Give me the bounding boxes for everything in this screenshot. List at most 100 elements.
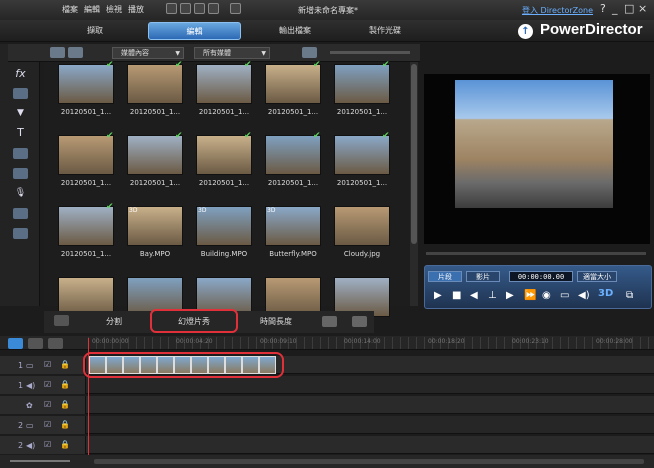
timeline-track[interactable] [0,396,654,414]
audio-mixing-icon[interactable] [13,168,28,179]
save-icon[interactable] [166,3,177,14]
help-icon[interactable]: ? [600,2,606,15]
track-number: 1 [18,361,24,370]
redo-icon[interactable] [194,3,205,14]
delete-icon[interactable] [322,316,337,327]
previous-frame-icon[interactable]: ◀ [470,290,478,301]
track-enable-checkbox[interactable]: ☑ [44,400,51,409]
undo-icon[interactable] [180,3,191,14]
track-manager-icon[interactable] [48,338,63,349]
volume-icon[interactable]: ◀) [578,290,590,301]
media-filter-select[interactable]: 所有媒體 [194,47,270,59]
media-thumbnail[interactable] [58,135,114,175]
brand-name: PowerDirector [540,21,643,38]
fx-room-icon[interactable]: fx [13,68,28,79]
media-thumbnail[interactable] [58,206,114,246]
pip-room-icon[interactable] [13,88,28,99]
split-icon[interactable]: ⊥ [488,290,497,301]
media-thumbnail[interactable] [196,135,252,175]
duration-button[interactable]: 時間長度 [250,313,302,331]
menu-file[interactable]: 檔案 [62,4,78,15]
subtitle-room-icon[interactable] [13,228,28,239]
3d-badge: 3D [267,207,276,214]
timeline-playhead[interactable] [88,338,89,456]
timeline-track[interactable] [0,416,654,434]
timeline-scrollbar[interactable] [94,459,644,464]
media-content-select[interactable]: 媒體內容 [112,47,184,59]
timecode-display[interactable]: 00:00:00.00 [509,271,573,282]
track-lock-icon[interactable]: 🔒 [60,420,70,429]
directorzone-login-link[interactable]: 登入 DirectorZone [522,5,593,16]
settings-gear-icon[interactable] [230,3,241,14]
movie-mode-button[interactable]: 影片 [466,271,500,282]
split-button[interactable]: 分割 [96,313,132,331]
export-icon[interactable] [352,316,367,327]
timeline-track[interactable] [0,436,654,454]
import-media-icon[interactable] [50,47,65,58]
media-thumbnail[interactable] [58,64,114,104]
snapshot-icon[interactable]: ◉ [542,290,551,301]
timeline-zoom-slider[interactable] [10,460,70,462]
chapter-room-icon[interactable] [13,208,28,219]
media-thumbnail[interactable] [265,64,321,104]
plugin-icon[interactable] [68,47,83,58]
display-icon[interactable]: ▭ [560,290,569,301]
menu-view[interactable]: 檢視 [106,4,122,15]
title-room-icon[interactable]: T [13,127,28,138]
effect-track-icon: ✿ [26,401,33,410]
track-lock-icon[interactable]: 🔒 [60,360,70,369]
tab-output[interactable]: 輸出檔案 [270,22,320,40]
menu-play[interactable]: 播放 [128,4,144,15]
track-enable-checkbox[interactable]: ☑ [44,420,51,429]
monitor-icon[interactable] [208,3,219,14]
used-check-icon: ✔ [106,202,114,212]
media-caption: 20120501_1... [129,108,181,116]
zoom-select[interactable]: 適當大小 [577,271,617,282]
library-scrollbar-thumb[interactable] [411,64,417,244]
next-frame-icon[interactable]: ▶ [506,290,514,301]
media-caption: 20120501_1... [336,108,388,116]
media-thumbnail[interactable] [334,64,390,104]
clip-mode-button[interactable]: 片段 [428,271,462,282]
minimize-icon[interactable]: _ [612,2,618,15]
track-lock-icon[interactable]: 🔒 [60,380,70,389]
particle-room-icon[interactable]: ▼ [13,108,28,119]
grid-view-icon[interactable] [302,47,317,58]
track-number: 1 [18,381,24,390]
tab-capture[interactable]: 擷取 [70,22,120,40]
fast-forward-icon[interactable]: ⏩ [524,290,536,301]
media-thumbnail[interactable] [127,135,183,175]
voice-over-icon[interactable]: 🎙 [13,188,28,199]
track-lock-icon[interactable]: 🔒 [60,440,70,449]
undock-icon[interactable]: ⧉ [626,290,633,301]
preview-seek-slider[interactable] [426,252,646,255]
close-icon[interactable]: × [638,2,647,15]
timeline-view-icon[interactable] [8,338,23,349]
media-caption: Bay.MPO [139,250,171,258]
track-lock-icon[interactable]: 🔒 [60,400,70,409]
media-caption: 20120501_1... [60,108,112,116]
used-check-icon: ✔ [313,60,321,70]
menu-edit[interactable]: 編輯 [84,4,100,15]
media-thumbnail[interactable] [334,135,390,175]
media-thumbnail[interactable] [265,135,321,175]
storyboard-view-icon[interactable] [28,338,43,349]
tools-icon[interactable] [54,315,69,326]
media-thumbnail[interactable] [334,206,390,246]
used-check-icon: ✔ [175,60,183,70]
thumbnail-size-slider[interactable] [330,51,410,54]
stop-icon[interactable]: ■ [452,290,461,301]
transition-room-icon[interactable] [13,148,28,159]
play-icon[interactable]: ▶ [434,290,442,301]
3d-toggle-icon[interactable]: 3D [598,288,613,299]
tab-edit[interactable]: 編輯 [148,22,241,40]
tab-disc[interactable]: 製作光碟 [360,22,410,40]
media-thumbnail[interactable] [196,64,252,104]
track-enable-checkbox[interactable]: ☑ [44,380,51,389]
track-enable-checkbox[interactable]: ☑ [44,440,51,449]
track-controls [0,436,86,454]
maximize-icon[interactable]: □ [624,2,634,15]
media-thumbnail[interactable] [127,64,183,104]
track-enable-checkbox[interactable]: ☑ [44,360,51,369]
timeline-track[interactable] [0,376,654,394]
